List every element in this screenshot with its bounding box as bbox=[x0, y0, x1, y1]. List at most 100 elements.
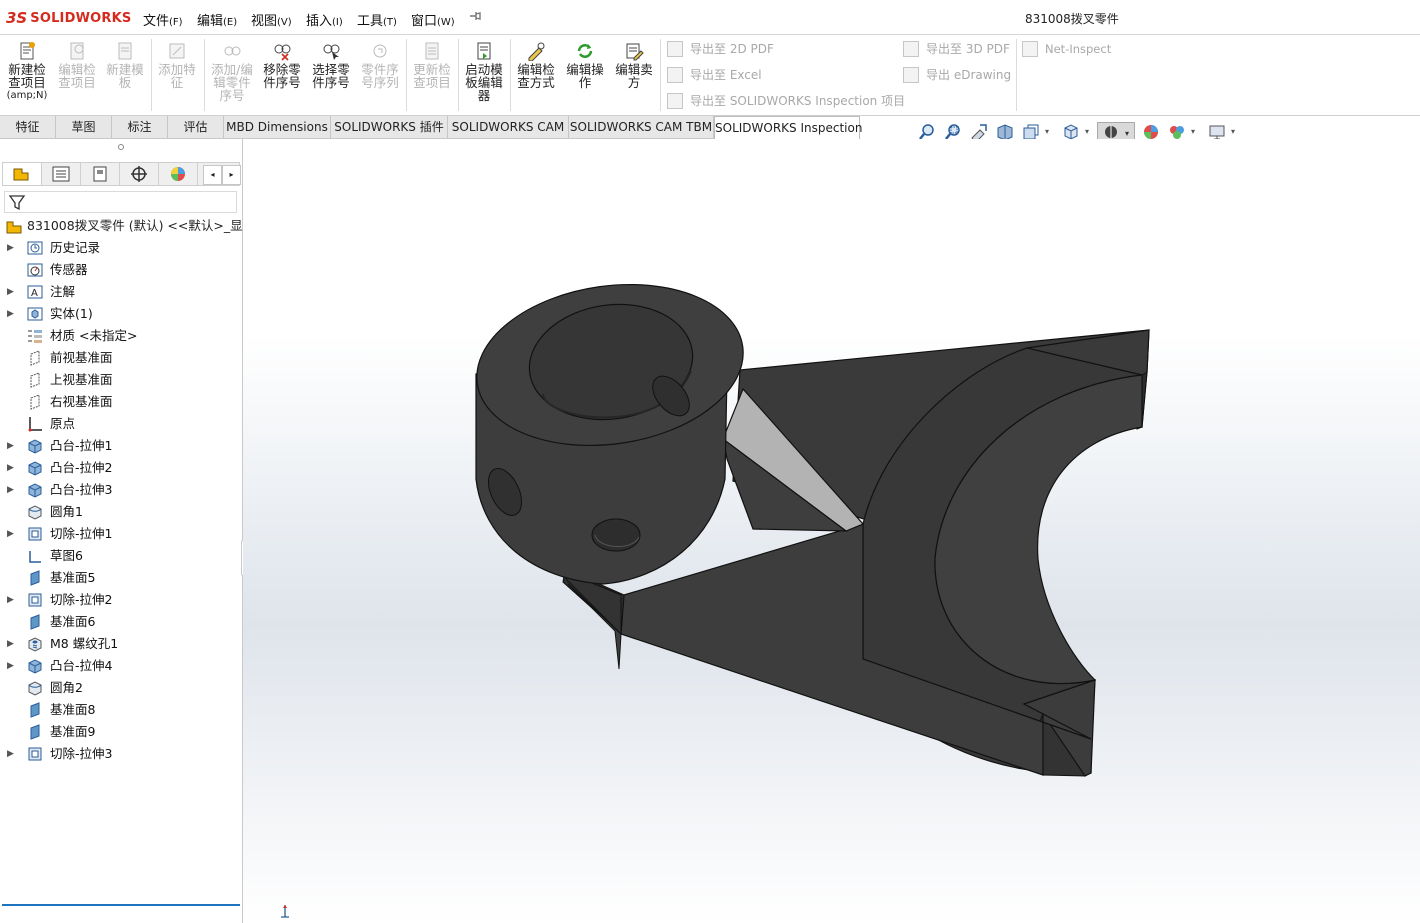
tree-item[interactable]: 基准面6 bbox=[0, 611, 240, 633]
tree-item[interactable]: 材质 <未指定> bbox=[0, 325, 240, 347]
expand-arrow-icon[interactable]: ▶ bbox=[7, 523, 17, 545]
title-bar: 3S SOLIDWORKS 文件(F) 编辑(E) 视图(V) 插入(I) 工具… bbox=[0, 0, 1420, 35]
shift-fork-model[interactable] bbox=[243, 139, 1420, 923]
tree-item[interactable]: ▶ 切除-拉伸3 bbox=[0, 743, 240, 765]
select-balloon-button[interactable]: 选择零 件序号 bbox=[308, 39, 354, 89]
expand-arrow-icon[interactable]: ▶ bbox=[7, 237, 17, 259]
tree-item[interactable]: 草图6 bbox=[0, 545, 240, 567]
tree-item[interactable]: ▶ 历史记录 bbox=[0, 237, 240, 259]
tab-features[interactable]: 特征 bbox=[0, 116, 56, 138]
tab-evaluate[interactable]: 评估 bbox=[168, 116, 224, 138]
menu-file[interactable]: 文件(F) bbox=[143, 10, 183, 29]
pin-icon[interactable] bbox=[468, 9, 482, 23]
menu-file-label: 文件 bbox=[143, 14, 170, 29]
expand-arrow-icon[interactable]: ▶ bbox=[7, 435, 17, 457]
edit-vendor-button[interactable]: 编辑卖 方 bbox=[611, 39, 657, 89]
export-2d-pdf-button[interactable]: 导出至 2D PDF bbox=[667, 40, 774, 57]
tree-item[interactable]: ▶ 实体(1) bbox=[0, 303, 240, 325]
menu-window[interactable]: 窗口(W) bbox=[411, 10, 455, 29]
display-manager-tab[interactable] bbox=[159, 163, 198, 185]
export-excel-button[interactable]: 导出至 Excel bbox=[667, 66, 762, 83]
net-inspect-button[interactable]: Net-Inspect bbox=[1022, 41, 1111, 57]
new-inspection-project-button[interactable]: 新建检 查项目 (amp;N) bbox=[4, 39, 50, 102]
tab-solidworks-cam[interactable]: SOLIDWORKS CAM bbox=[448, 116, 569, 138]
tree-item[interactable]: 右视基准面 bbox=[0, 391, 240, 413]
tree-item[interactable]: 原点 bbox=[0, 413, 240, 435]
panel-collapse-handle[interactable] bbox=[2, 142, 240, 158]
expand-arrow-icon[interactable]: ▶ bbox=[7, 633, 17, 655]
tree-item-label: 前视基准面 bbox=[50, 350, 113, 365]
tab-dimensions[interactable]: 标注 bbox=[112, 116, 168, 138]
expand-arrow-icon[interactable]: ▶ bbox=[7, 743, 17, 765]
update-inspection-project-button[interactable]: 更新检 查项目 bbox=[409, 39, 455, 89]
tree-root-part[interactable]: 831008拨叉零件 (默认) <<默认>_显示 bbox=[0, 215, 255, 237]
expand-arrow-icon[interactable]: ▶ bbox=[7, 303, 17, 325]
tree-item-label: 上视基准面 bbox=[50, 372, 113, 387]
export-inspection-project-button[interactable]: 导出至 SOLIDWORKS Inspection 项目 bbox=[667, 92, 905, 109]
tree-item[interactable]: ▶ 凸台-拉伸1 bbox=[0, 435, 240, 457]
tree-item[interactable]: 基准面5 bbox=[0, 567, 240, 589]
expand-arrow-icon[interactable]: ▶ bbox=[7, 589, 17, 611]
tab-solidworks-inspection[interactable]: SOLIDWORKS Inspection bbox=[714, 116, 862, 140]
menu-tools[interactable]: 工具(T) bbox=[357, 10, 397, 29]
expand-arrow-icon[interactable]: ▶ bbox=[7, 655, 17, 677]
edit-operation-button[interactable]: 编辑操 作 bbox=[562, 39, 608, 89]
tree-item[interactable]: 前视基准面 bbox=[0, 347, 240, 369]
export-edrawing-button[interactable]: 导出 eDrawing bbox=[903, 66, 1011, 83]
tree-item-label: 凸台-拉伸1 bbox=[50, 438, 113, 453]
tree-item[interactable]: ▶ 凸台-拉伸3 bbox=[0, 479, 240, 501]
graphics-area[interactable] bbox=[243, 139, 1420, 923]
tree-item[interactable]: ▶ A 注解 bbox=[0, 281, 240, 303]
tree-item[interactable]: ▶ 凸台-拉伸4 bbox=[0, 655, 240, 677]
launch-template-editor-button[interactable]: 启动模 板编辑 器 bbox=[461, 39, 507, 102]
new-template-button[interactable]: 新建模 板 bbox=[102, 39, 148, 89]
edit-inspection-project-button[interactable]: 编辑检 查项目 bbox=[54, 39, 100, 89]
edit-operation-icon bbox=[575, 41, 595, 61]
tree-item[interactable]: ▶ M8 螺纹孔1 bbox=[0, 633, 240, 655]
tree-item[interactable]: 圆角2 bbox=[0, 677, 240, 699]
balloon-sequence-button[interactable]: 零件序 号序列 bbox=[357, 39, 403, 89]
tree-item[interactable]: ▶ 凸台-拉伸2 bbox=[0, 457, 240, 479]
tree-item[interactable]: 传感器 bbox=[0, 259, 240, 281]
tab-solidworks-addins[interactable]: SOLIDWORKS 插件 bbox=[331, 116, 448, 138]
menu-view[interactable]: 视图(V) bbox=[251, 10, 292, 29]
tab-mbd-dimensions[interactable]: MBD Dimensions bbox=[224, 116, 331, 138]
history-icon bbox=[27, 240, 43, 256]
tab-sketch[interactable]: 草图 bbox=[56, 116, 112, 138]
expand-arrow-icon[interactable]: ▶ bbox=[7, 479, 17, 501]
menu-window-key: (W) bbox=[437, 17, 455, 28]
menu-view-label: 视图 bbox=[251, 14, 278, 29]
add-edit-balloon-button[interactable]: 添加/编 辑零件 序号 bbox=[207, 39, 257, 102]
tree-item[interactable]: 上视基准面 bbox=[0, 369, 240, 391]
balloon-sequence-icon bbox=[370, 41, 390, 61]
tree-item-label: 材质 <未指定> bbox=[50, 328, 138, 343]
property-manager-tab[interactable] bbox=[42, 163, 81, 185]
remove-balloon-button[interactable]: 移除零 件序号 bbox=[259, 39, 305, 89]
btn-label-2: 查项目 bbox=[58, 75, 96, 90]
expand-arrow-icon[interactable]: ▶ bbox=[7, 457, 17, 479]
tab-solidworks-cam-tbm[interactable]: SOLIDWORKS CAM TBM bbox=[569, 116, 714, 138]
tabs-scroll-left-icon[interactable]: ◂ bbox=[203, 165, 222, 185]
triad-axis-icon bbox=[279, 903, 291, 919]
tree-item-label: 基准面5 bbox=[50, 570, 96, 585]
menu-insert[interactable]: 插入(I) bbox=[306, 10, 343, 29]
tree-item[interactable]: 基准面8 bbox=[0, 699, 240, 721]
export-3d-pdf-button[interactable]: 导出至 3D PDF bbox=[903, 40, 1010, 57]
tabs-scroll-right-icon[interactable]: ▸ bbox=[222, 165, 241, 185]
tree-item[interactable]: 基准面9 bbox=[0, 721, 240, 743]
tree-item[interactable]: ▶ 切除-拉伸1 bbox=[0, 523, 240, 545]
feature-manager-tab[interactable] bbox=[3, 163, 42, 185]
feature-tree-filter[interactable] bbox=[4, 191, 237, 213]
configuration-manager-tab[interactable] bbox=[81, 163, 120, 185]
sketch-icon bbox=[27, 548, 43, 564]
edit-inspection-method-button[interactable]: 编辑检 查方式 bbox=[513, 39, 559, 89]
ref-plane-icon bbox=[27, 702, 43, 718]
ribbon-separator bbox=[1016, 39, 1017, 111]
add-feature-button[interactable]: 添加特 征 bbox=[154, 39, 200, 89]
dimxpert-manager-tab[interactable] bbox=[120, 163, 159, 185]
solidworks-logo[interactable]: 3S SOLIDWORKS bbox=[6, 8, 131, 28]
tree-item[interactable]: ▶ 切除-拉伸2 bbox=[0, 589, 240, 611]
expand-arrow-icon[interactable]: ▶ bbox=[7, 281, 17, 303]
menu-edit[interactable]: 编辑(E) bbox=[197, 10, 237, 29]
tree-item[interactable]: 圆角1 bbox=[0, 501, 240, 523]
